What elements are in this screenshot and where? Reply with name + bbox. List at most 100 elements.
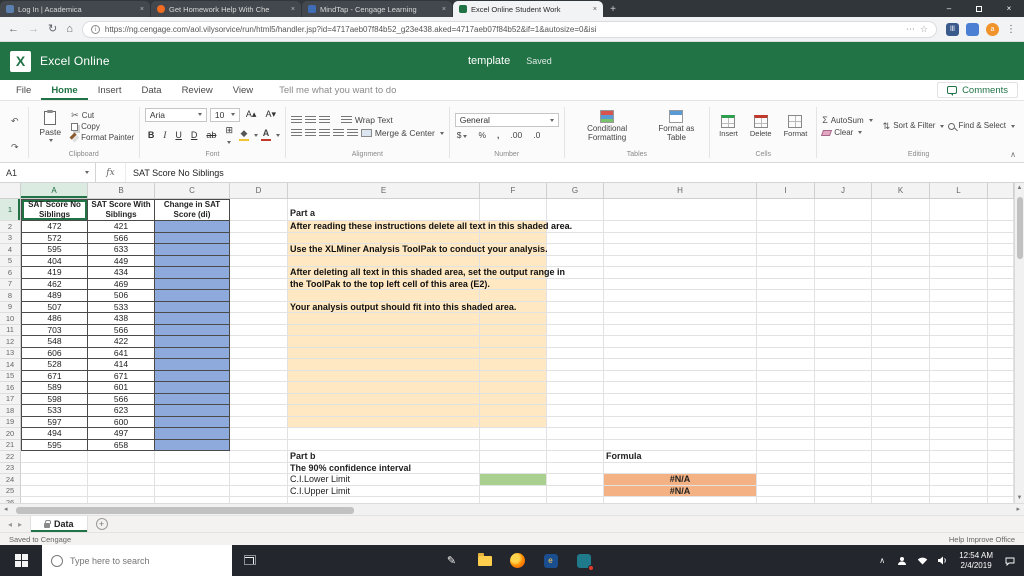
cell-J12[interactable]: [815, 336, 872, 348]
maximize-button[interactable]: [964, 0, 994, 17]
sort-filter-button[interactable]: ⇅ Sort & Filter: [883, 121, 945, 131]
more-icon[interactable]: ⋯: [906, 24, 915, 35]
cell-E3[interactable]: [288, 232, 480, 244]
cut-button[interactable]: ✂ Cut: [71, 111, 134, 121]
cell-L22[interactable]: [930, 451, 988, 463]
cell-C17[interactable]: [155, 393, 230, 405]
row-header-18[interactable]: 18: [0, 405, 21, 417]
cell-A5[interactable]: 404: [21, 255, 88, 267]
grow-font-button[interactable]: A▴: [243, 109, 260, 120]
column-header-F[interactable]: F: [480, 183, 547, 198]
cell-C7[interactable]: [155, 278, 230, 290]
cell-H2[interactable]: [604, 221, 757, 233]
extension-icon[interactable]: lll: [946, 22, 959, 36]
cell-K1[interactable]: [872, 199, 930, 221]
cell-H22[interactable]: Formula: [604, 451, 757, 463]
cell-B19[interactable]: 600: [88, 416, 155, 428]
paste-button[interactable]: Paste: [33, 109, 67, 144]
bold-button[interactable]: B: [145, 130, 158, 140]
cell-G18[interactable]: [547, 405, 604, 417]
cell-J8[interactable]: [815, 290, 872, 302]
action-center-icon[interactable]: [1000, 556, 1020, 566]
site-info-icon[interactable]: i: [90, 24, 100, 34]
cell-J3[interactable]: [815, 232, 872, 244]
cell-K18[interactable]: [872, 405, 930, 417]
cell-J6[interactable]: [815, 267, 872, 279]
align-center-icon[interactable]: [304, 129, 316, 137]
cell-K5[interactable]: [872, 255, 930, 267]
cell-I25[interactable]: [757, 485, 815, 497]
cell-F15[interactable]: [480, 370, 547, 382]
name-box[interactable]: A1: [0, 163, 96, 182]
cell-D11[interactable]: [230, 324, 288, 336]
cell-E1[interactable]: Part a: [288, 199, 480, 221]
cell-B25[interactable]: [88, 485, 155, 497]
row-header-7[interactable]: 7: [0, 278, 21, 290]
close-window-button[interactable]: ×: [994, 0, 1024, 17]
conditional-formatting-button[interactable]: Conditional Formatting: [570, 109, 645, 144]
cell-C21[interactable]: [155, 439, 230, 451]
profile-avatar[interactable]: a: [986, 22, 999, 36]
cell-A19[interactable]: 597: [21, 416, 88, 428]
windows-ink-button[interactable]: ✎: [435, 545, 468, 576]
document-name[interactable]: template: [468, 55, 510, 67]
file-explorer-button[interactable]: [468, 545, 501, 576]
column-header-H[interactable]: H: [604, 183, 757, 198]
row-header-4[interactable]: 4: [0, 244, 21, 256]
cell-C23[interactable]: [155, 462, 230, 474]
tab-close-icon[interactable]: ×: [291, 6, 295, 13]
cell-I17[interactable]: [757, 393, 815, 405]
row-header-3[interactable]: 3: [0, 232, 21, 244]
cell-K9[interactable]: [872, 301, 930, 313]
cell-overflow19[interactable]: [988, 416, 1014, 428]
font-color-button[interactable]: A: [260, 128, 271, 142]
browser-menu-icon[interactable]: ⋮: [1006, 24, 1016, 35]
cell-F3[interactable]: [480, 232, 547, 244]
align-top-icon[interactable]: [290, 116, 302, 124]
cell-L18[interactable]: [930, 405, 988, 417]
increase-indent-icon[interactable]: [346, 129, 358, 137]
cell-F18[interactable]: [480, 405, 547, 417]
cell-L19[interactable]: [930, 416, 988, 428]
cell-B4[interactable]: 633: [88, 244, 155, 256]
cell-L21[interactable]: [930, 439, 988, 451]
sheet-nav-left-icon[interactable]: ◂: [8, 520, 12, 529]
cell-D5[interactable]: [230, 255, 288, 267]
cell-G24[interactable]: [547, 474, 604, 486]
cell-A17[interactable]: 598: [21, 393, 88, 405]
cell-E13[interactable]: [288, 347, 480, 359]
redo-button[interactable]: ↷: [7, 135, 23, 157]
cell-C8[interactable]: [155, 290, 230, 302]
cell-D6[interactable]: [230, 267, 288, 279]
cell-I9[interactable]: [757, 301, 815, 313]
double-underline-button[interactable]: D: [188, 130, 201, 140]
cell-D7[interactable]: [230, 278, 288, 290]
scroll-up-icon[interactable]: ▲: [1015, 185, 1024, 191]
tab-close-icon[interactable]: ×: [442, 6, 446, 13]
cell-I20[interactable]: [757, 428, 815, 440]
extension-icon[interactable]: [966, 22, 979, 36]
cell-L17[interactable]: [930, 393, 988, 405]
cell-K12[interactable]: [872, 336, 930, 348]
cell-overflow24[interactable]: [988, 474, 1014, 486]
cell-E23[interactable]: The 90% confidence interval: [288, 462, 480, 474]
cell-overflow16[interactable]: [988, 382, 1014, 394]
cell-H12[interactable]: [604, 336, 757, 348]
cell-D1[interactable]: [230, 199, 288, 221]
percent-format-button[interactable]: %: [476, 130, 488, 140]
cell-D10[interactable]: [230, 313, 288, 325]
cell-E10[interactable]: [288, 313, 480, 325]
cell-A3[interactable]: 572: [21, 232, 88, 244]
tab-close-icon[interactable]: ×: [140, 6, 144, 13]
cell-B13[interactable]: 641: [88, 347, 155, 359]
cell-B5[interactable]: 449: [88, 255, 155, 267]
cell-H7[interactable]: [604, 278, 757, 290]
cell-G3[interactable]: [547, 232, 604, 244]
cell-F1[interactable]: [480, 199, 547, 221]
task-view-button[interactable]: [232, 545, 266, 576]
ribbon-tab-file[interactable]: File: [6, 80, 41, 100]
cell-B14[interactable]: 414: [88, 359, 155, 371]
minimize-button[interactable]: –: [934, 0, 964, 17]
cell-overflow20[interactable]: [988, 428, 1014, 440]
cell-H23[interactable]: [604, 462, 757, 474]
